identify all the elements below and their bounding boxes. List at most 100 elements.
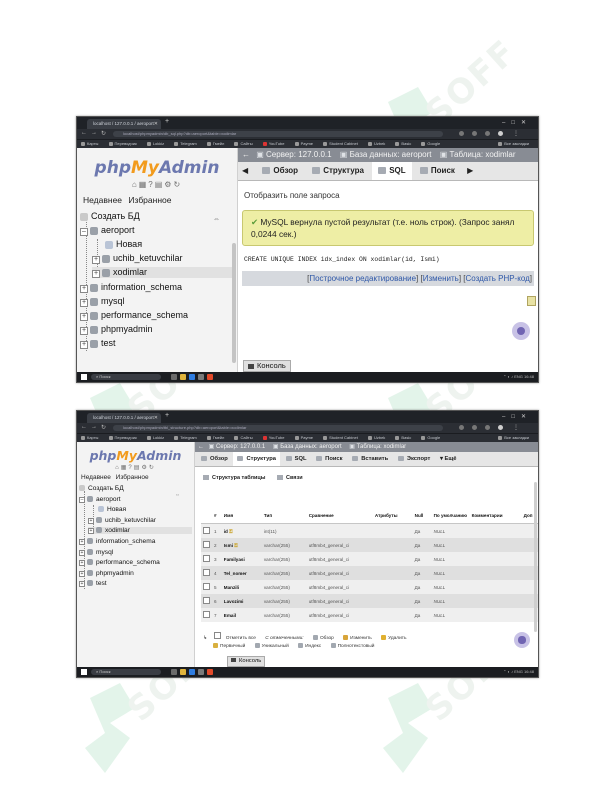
column-header[interactable]: Атрибуты xyxy=(372,508,413,524)
breadcrumb-server[interactable]: Сервер: 127.0.0.1 xyxy=(256,150,331,159)
back-icon[interactable]: ← xyxy=(81,424,87,430)
bookmark-item[interactable]: Payme xyxy=(294,435,313,440)
row-checkbox[interactable] xyxy=(203,569,210,576)
url-input[interactable]: localhost/phpmyadmin/db_sql.php?db=aerop… xyxy=(113,131,443,137)
table-row[interactable]: 5 Manzili varchar(255) utf8mb4_general_ci Да… xyxy=(201,580,538,594)
clock[interactable]: 16:48 xyxy=(524,669,534,674)
settings-icon[interactable]: ⚙ xyxy=(141,465,148,471)
collapse-icon[interactable]: – xyxy=(80,228,88,236)
tab-sql[interactable]: SQL xyxy=(282,452,311,466)
row-checkbox[interactable] xyxy=(203,597,210,604)
language-indicator[interactable]: ENG xyxy=(514,374,523,379)
taskbar-app-icon[interactable] xyxy=(171,669,177,675)
column-header[interactable]: Тип xyxy=(261,508,307,524)
bookmark-item[interactable]: Student Cabinet xyxy=(323,141,358,146)
taskbar-search[interactable]: ⌕ Поиск xyxy=(91,374,161,380)
assistant-bubble-icon[interactable] xyxy=(514,632,530,648)
home-icon[interactable]: ⌂ xyxy=(132,180,139,189)
bookmark-item[interactable]: Переводчик xyxy=(108,141,137,146)
bookmark-item[interactable]: Basic xyxy=(395,141,411,146)
window-controls[interactable]: –□✕ xyxy=(502,413,532,420)
bookmark-item[interactable]: Карты xyxy=(81,141,98,146)
bookmark-item[interactable]: Student Cabinet xyxy=(323,435,358,440)
table-item-xodimlar[interactable]: + xodimlar xyxy=(88,527,192,534)
row-checkbox[interactable] xyxy=(203,541,210,548)
bookmark-item[interactable]: Google xyxy=(421,141,440,146)
bookmark-item[interactable]: Telegram xyxy=(174,141,197,146)
close-tab-icon[interactable]: ✕ xyxy=(154,413,158,423)
tray-icons[interactable]: ⌃ ◐ ♪ xyxy=(503,669,514,674)
db-item-information-schema[interactable]: + information_schema xyxy=(79,538,155,545)
show-query-box-link[interactable]: Отобразить поле запроса xyxy=(244,191,538,200)
tab-more[interactable]: ▾ Ещё xyxy=(436,452,461,466)
collapse-icon[interactable]: – xyxy=(79,496,85,503)
reload-nav-icon[interactable]: ↻ xyxy=(149,465,156,471)
db-item-aeroport[interactable]: – aeroport xyxy=(79,496,121,503)
docs-icon[interactable]: ▤ xyxy=(155,180,165,189)
bookmark-item[interactable]: Uzbek xyxy=(367,435,385,440)
column-header[interactable]: Комментарии xyxy=(469,508,522,524)
bookmark-all[interactable]: Все закладки xyxy=(498,434,529,442)
menu-dots-icon[interactable]: ⋮ xyxy=(513,424,519,431)
column-header[interactable]: Null xyxy=(412,508,432,524)
subtab-table-structure[interactable]: Структура таблицы xyxy=(203,475,266,481)
column-header[interactable]: По умолчанию xyxy=(431,508,470,524)
extension-icon[interactable] xyxy=(485,131,490,136)
phpmyadmin-logo[interactable]: phpMyAdmin xyxy=(77,448,194,463)
create-db-item[interactable]: Создать БД xyxy=(80,211,140,221)
bookmark-item[interactable]: Uzbek xyxy=(367,141,385,146)
expand-icon[interactable]: + xyxy=(80,299,88,307)
column-header[interactable]: Сравнение xyxy=(306,508,373,524)
bookmark-item[interactable]: Google xyxy=(421,435,440,440)
console-tab[interactable]: Консоль xyxy=(227,656,266,667)
table-item-uchib-ketuvchilar[interactable]: + uchib_ketuvchilar xyxy=(92,253,183,264)
taskbar-app-icon[interactable] xyxy=(171,374,177,380)
inline-edit-link[interactable]: Построчное редактирование xyxy=(309,274,416,283)
favorites-tab[interactable]: Избранное xyxy=(128,195,171,205)
expand-icon[interactable]: + xyxy=(79,539,85,545)
taskbar-app-icon[interactable] xyxy=(198,669,204,675)
windows-start-icon[interactable] xyxy=(81,374,87,380)
column-header[interactable]: # xyxy=(212,508,222,524)
new-table-item[interactable]: Новая xyxy=(98,506,126,513)
tab-structure[interactable]: Структура xyxy=(233,452,280,466)
table-item-xodimlar[interactable]: + xodimlar xyxy=(92,267,233,278)
db-item-performance-schema[interactable]: + performance_schema xyxy=(80,310,188,321)
docs-icon[interactable] xyxy=(527,296,536,306)
create-db-item[interactable]: Создать БД xyxy=(79,485,124,492)
bulk-browse-button[interactable]: Обзор xyxy=(312,635,334,641)
edge-icon[interactable] xyxy=(189,374,195,380)
logout-icon[interactable]: ▦ xyxy=(139,180,149,189)
sidebar-scrollbar[interactable] xyxy=(232,243,236,363)
row-checkbox[interactable] xyxy=(203,527,210,534)
bookmark-item[interactable]: Сайты xyxy=(234,435,253,440)
table-row[interactable]: 3 Familyasi varchar(255) utf8mb4_general_ci… xyxy=(201,552,538,566)
tab-search[interactable]: Поиск xyxy=(414,162,461,180)
bookmark-item[interactable]: Гмейл xyxy=(206,141,224,146)
url-input[interactable]: localhost/phpmyadmin/tbl_structure.php?d… xyxy=(113,425,443,431)
db-item-mysql[interactable]: + mysql xyxy=(80,296,125,307)
chrome-icon[interactable] xyxy=(207,669,213,675)
windows-start-icon[interactable] xyxy=(81,669,87,675)
clock[interactable]: 16:48 xyxy=(524,374,534,379)
db-item-test[interactable]: + test xyxy=(80,338,116,349)
bookmark-item[interactable]: Сайты xyxy=(234,141,253,146)
forward-icon[interactable]: → xyxy=(91,424,97,430)
bulk-drop-button[interactable]: Удалить xyxy=(381,635,406,641)
check-all-label[interactable]: Отметить все xyxy=(226,636,256,641)
scroll-right-icon[interactable]: ▶ xyxy=(467,166,473,175)
breadcrumb-table[interactable]: Таблица: xodimlar xyxy=(349,444,406,450)
browser-tab[interactable]: localhost / 127.0.0.1 / aeroport ✕ xyxy=(87,119,161,129)
browser-tab[interactable]: localhost / 127.0.0.1 / aeroport ✕ xyxy=(87,413,161,423)
recent-tab[interactable]: Недавнее xyxy=(83,195,122,205)
collapse-nav-icon[interactable]: ← xyxy=(198,444,204,450)
expand-icon[interactable]: + xyxy=(92,270,100,278)
table-row[interactable]: 4 Tel_nomer varchar(255) utf8mb4_general_ci… xyxy=(201,566,538,580)
table-row[interactable]: 1 id ⚿ int(11) Да NULL xyxy=(201,523,538,538)
tab-sql[interactable]: SQL xyxy=(372,162,412,180)
phpmyadmin-logo[interactable]: phpMyAdmin xyxy=(77,158,237,178)
profile-avatar[interactable] xyxy=(498,131,503,136)
bookmark-item[interactable]: YouTube xyxy=(262,435,284,440)
check-all-checkbox[interactable] xyxy=(214,632,222,639)
bookmark-item[interactable]: YouTube xyxy=(262,141,284,146)
